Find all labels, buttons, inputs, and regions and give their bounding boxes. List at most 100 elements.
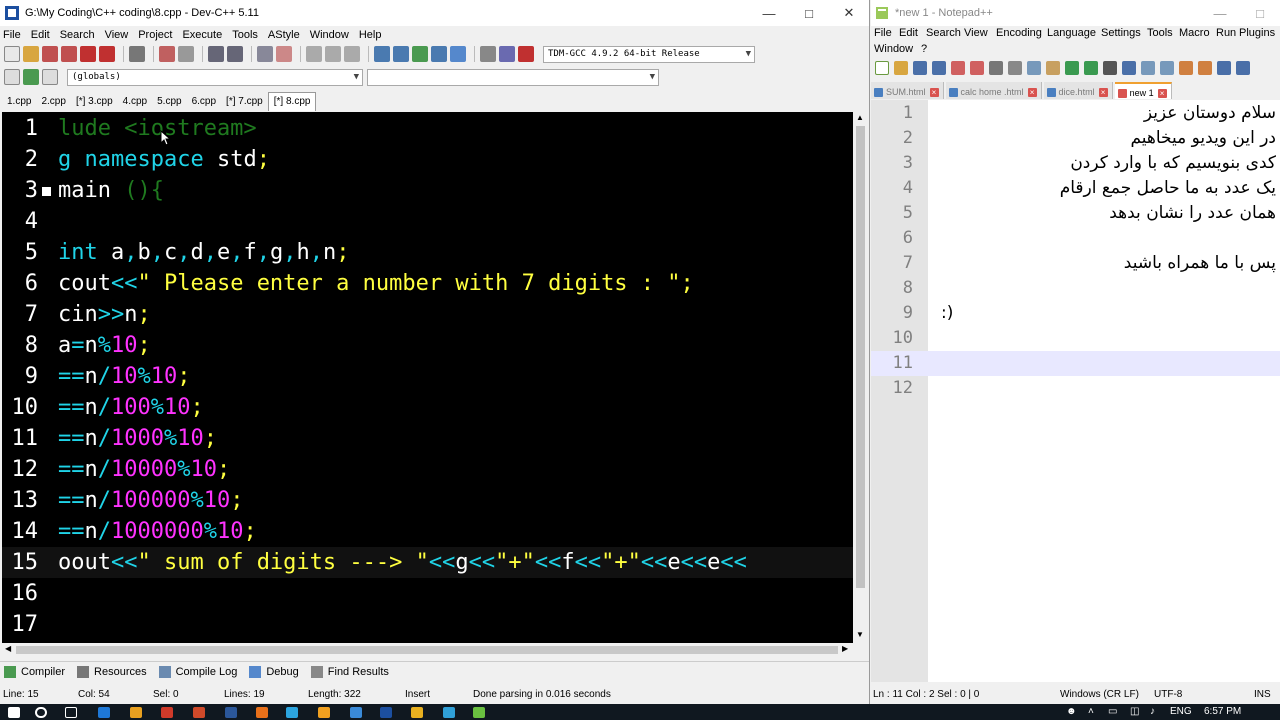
menu-view[interactable]: View (105, 29, 129, 41)
file-tab[interactable]: [*] 7.cpp (221, 93, 268, 111)
profile-icon[interactable] (499, 46, 515, 62)
npp-file-tab[interactable]: calc home .html × (945, 82, 1042, 99)
menu-astyle[interactable]: AStyle (268, 29, 300, 41)
members-select[interactable]: ▼ (367, 68, 659, 86)
explorer-app-icon[interactable] (130, 707, 142, 718)
file-tab[interactable]: 5.cpp (152, 93, 186, 111)
tab-find-results[interactable]: Find Results (310, 665, 389, 678)
print-icon[interactable] (989, 61, 1003, 75)
close-tab-icon[interactable]: × (1098, 87, 1108, 97)
menu-settings[interactable]: Settings (1101, 27, 1141, 39)
replace-icon[interactable] (227, 46, 243, 62)
menu-search[interactable]: Search (60, 29, 95, 41)
save-icon[interactable] (913, 61, 927, 75)
menu-run[interactable]: Run (1216, 27, 1236, 39)
powerpoint-icon[interactable] (193, 707, 205, 718)
find-icon[interactable] (1103, 61, 1117, 75)
windows-start-icon[interactable] (8, 707, 20, 718)
file-explorer-icon[interactable] (411, 707, 423, 718)
undo-icon[interactable] (159, 46, 175, 62)
app-icon[interactable] (443, 707, 455, 718)
clock[interactable]: 6:57 PM (1204, 706, 1241, 717)
npp-file-tab[interactable]: SUM.html × (871, 82, 944, 99)
close-file-icon[interactable] (80, 46, 96, 62)
tab-debug[interactable]: Debug (249, 665, 299, 678)
new-file-icon[interactable] (4, 46, 20, 62)
open-file-icon[interactable] (23, 46, 39, 62)
forward-icon[interactable] (325, 46, 341, 62)
compile-icon[interactable] (374, 46, 390, 62)
save-all-icon[interactable] (932, 61, 946, 75)
paste-icon[interactable] (1046, 61, 1060, 75)
editor-horizontal-scrollbar[interactable]: ◀ ▶ (2, 643, 853, 657)
menu-macro[interactable]: Macro (1179, 27, 1210, 39)
notepadpp-taskbar-icon[interactable] (473, 707, 485, 718)
firefox-icon[interactable] (256, 707, 268, 718)
globals-select[interactable]: (globals) ▼ (67, 68, 363, 86)
tab-resources[interactable]: Resources (77, 665, 147, 678)
close-all-icon[interactable] (99, 46, 115, 62)
telegram-icon[interactable] (286, 707, 298, 718)
menu-window[interactable]: Window (874, 43, 913, 55)
fold-marker-icon[interactable] (42, 187, 51, 196)
zoom-out-icon[interactable] (1160, 61, 1174, 75)
menu-view[interactable]: View (964, 27, 988, 39)
menu-file[interactable]: File (3, 29, 21, 41)
cut-icon[interactable] (1008, 61, 1022, 75)
chevron-up-icon[interactable]: ˄ (1088, 706, 1094, 717)
sync-scroll-icon[interactable] (1179, 61, 1193, 75)
save-all-icon[interactable] (61, 46, 77, 62)
debug-icon[interactable] (518, 46, 534, 62)
menu-project[interactable]: Project (138, 29, 172, 41)
scroll-left-icon[interactable]: ◀ (5, 644, 11, 653)
language-indicator[interactable]: ENG (1170, 706, 1192, 717)
edge-icon[interactable] (98, 707, 110, 718)
file-tab[interactable]: 1.cpp (2, 93, 36, 111)
close-tab-icon[interactable]: × (1027, 87, 1037, 97)
redo-icon[interactable] (1084, 61, 1098, 75)
print-icon[interactable] (129, 46, 145, 62)
replace-icon[interactable] (1122, 61, 1136, 75)
npp-file-tab[interactable]: dice.html × (1043, 82, 1113, 99)
file-tab[interactable]: [*] 8.cpp (267, 92, 317, 111)
editor-vertical-scrollbar[interactable]: ▲ ▼ (853, 112, 868, 643)
close-tab-icon[interactable]: × (1157, 88, 1167, 98)
menu-tools[interactable]: Tools (232, 29, 258, 41)
find-icon[interactable] (208, 46, 224, 62)
word-wrap-icon[interactable] (1198, 61, 1212, 75)
toggle-bookmark-icon[interactable] (23, 69, 39, 85)
minimize-button[interactable]: — (1200, 0, 1240, 26)
menu-plugins[interactable]: Plugins (1239, 27, 1275, 39)
menu-search[interactable]: Search (926, 27, 961, 39)
app-icon[interactable] (350, 707, 362, 718)
close-button[interactable]: ✕ (829, 0, 869, 26)
scrollbar-thumb[interactable] (856, 126, 865, 588)
redo-icon[interactable] (178, 46, 194, 62)
search-icon[interactable] (35, 707, 47, 718)
menu-help[interactable]: Help (359, 29, 382, 41)
menu-language[interactable]: Language (1047, 27, 1096, 39)
goto-icon[interactable] (257, 46, 273, 62)
menu-edit[interactable]: Edit (31, 29, 50, 41)
task-view-icon[interactable] (65, 707, 77, 718)
file-tab[interactable]: 4.cpp (118, 93, 152, 111)
indent-guide-icon[interactable] (1217, 61, 1231, 75)
show-all-chars-icon[interactable] (1236, 61, 1250, 75)
rebuild-icon[interactable] (431, 46, 447, 62)
menu-file[interactable]: File (874, 27, 892, 39)
menu-help[interactable]: ? (921, 43, 927, 55)
check-syntax-icon[interactable] (450, 46, 466, 62)
close-file-icon[interactable] (951, 61, 965, 75)
goto-bookmark-icon[interactable] (42, 69, 58, 85)
close-all-icon[interactable] (970, 61, 984, 75)
clear-icon[interactable] (480, 46, 496, 62)
open-file-icon[interactable] (894, 61, 908, 75)
npp-file-tab[interactable]: new 1 × (1114, 82, 1172, 99)
file-tab[interactable]: 6.cpp (187, 93, 221, 111)
maximize-button[interactable]: □ (789, 0, 829, 26)
insert-icon[interactable] (4, 69, 20, 85)
menu-window[interactable]: Window (310, 29, 349, 41)
indent-icon[interactable] (276, 46, 292, 62)
scroll-up-icon[interactable]: ▲ (856, 113, 864, 122)
notepadpp-editor[interactable]: 1 سلام دوستان عزیز 2 در این ویدیو میخاهیم 3 ک… (871, 100, 1280, 682)
